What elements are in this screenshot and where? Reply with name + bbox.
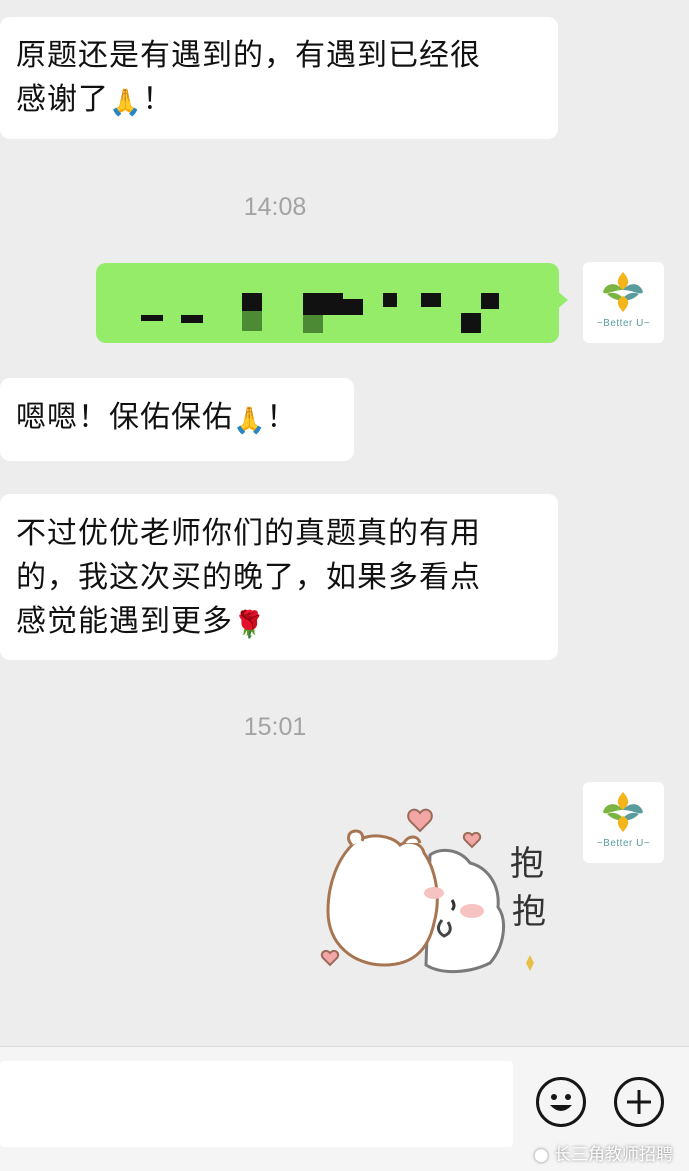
sticker-text: 抱 — [512, 892, 546, 932]
user-avatar[interactable]: ~Better U~ — [583, 782, 664, 863]
praying-hands-emoji: 🙏 — [109, 88, 143, 118]
message-text-line: 嗯嗯！保佑保佑🙏！ — [16, 396, 336, 443]
better-u-logo-icon — [603, 792, 643, 832]
message-text: ！ — [266, 400, 298, 435]
received-message-bubble[interactable]: 原题还是有遇到的，有遇到已经很 感谢了🙏！ — [0, 17, 558, 139]
message-input[interactable] — [0, 1061, 513, 1147]
sent-message-bubble-redacted[interactable] — [96, 263, 559, 343]
sticker-text: 抱 — [510, 844, 544, 884]
message-text-line: 感谢了🙏！ — [16, 78, 540, 125]
watermark-text: 长三角教师招聘 — [554, 1145, 673, 1165]
avatar-label: ~Better U~ — [596, 318, 651, 329]
user-avatar[interactable]: ~Better U~ — [583, 262, 664, 343]
wechat-icon: ● — [533, 1145, 549, 1165]
timestamp: 15:01 — [243, 713, 307, 741]
message-text: ！ — [142, 82, 174, 117]
hug-sticker[interactable]: 抱 抱 — [312, 795, 572, 990]
message-text: 感谢了 — [16, 82, 109, 117]
message-text: 嗯嗯！保佑保佑 — [16, 400, 233, 435]
message-text-line: 的，我这次买的晚了，如果多看点 — [16, 560, 481, 595]
timestamp: 14:08 — [243, 193, 307, 221]
received-message-bubble[interactable]: 不过优优老师你们的真题真的有用 的，我这次买的晚了，如果多看点 感觉能遇到更多🌹 — [0, 494, 558, 660]
bubble-tail — [556, 290, 568, 310]
praying-hands-emoji: 🙏 — [233, 406, 267, 436]
chat-input-bar: ● 长三角教师招聘 — [0, 1046, 689, 1171]
better-u-logo-icon — [603, 272, 643, 312]
watermark: ● 长三角教师招聘 — [534, 1140, 673, 1165]
message-text-line: 原题还是有遇到的，有遇到已经很 — [16, 38, 481, 73]
message-text: 感觉能遇到更多 — [16, 604, 233, 639]
message-text-line: 不过优优老师你们的真题真的有用 — [16, 516, 481, 551]
smiley-face-icon[interactable] — [536, 1077, 586, 1127]
message-text-line: 感觉能遇到更多🌹 — [16, 600, 540, 647]
plus-icon[interactable] — [614, 1077, 664, 1127]
avatar-label: ~Better U~ — [596, 838, 651, 849]
rose-emoji: 🌹 — [233, 610, 267, 640]
received-message-bubble[interactable]: 嗯嗯！保佑保佑🙏！ — [0, 378, 354, 461]
